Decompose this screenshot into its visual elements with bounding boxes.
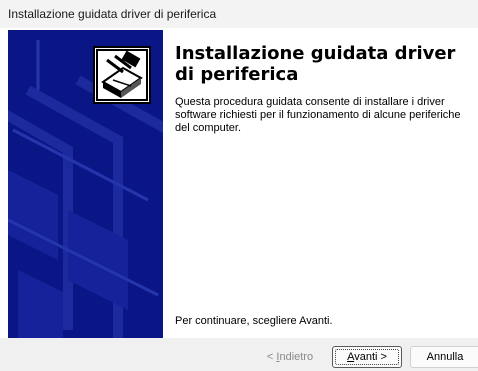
window-title: Installazione guidata driver di periferi… (8, 7, 217, 21)
continue-instruction: Per continuare, scegliere Avanti. (175, 315, 333, 327)
back-button[interactable]: < Indietro (254, 346, 326, 368)
page-title: Installazione guidata driver di periferi… (175, 43, 456, 85)
wizard-description: Questa procedura guidata consente di ins… (175, 96, 461, 134)
wizard-content: Installazione guidata driver di periferi… (163, 30, 478, 338)
hardware-install-icon (93, 46, 151, 104)
title-bar: Installazione guidata driver di periferi… (0, 0, 478, 28)
cancel-button[interactable]: Annulla (410, 346, 478, 368)
focus-rect (335, 349, 399, 365)
button-bar: < Indietro Avanti > Annulla (0, 338, 478, 371)
wizard-window: Installazione guidata driver di periferi… (0, 0, 478, 371)
wizard-banner (8, 30, 163, 338)
next-button[interactable]: Avanti > (332, 346, 402, 368)
